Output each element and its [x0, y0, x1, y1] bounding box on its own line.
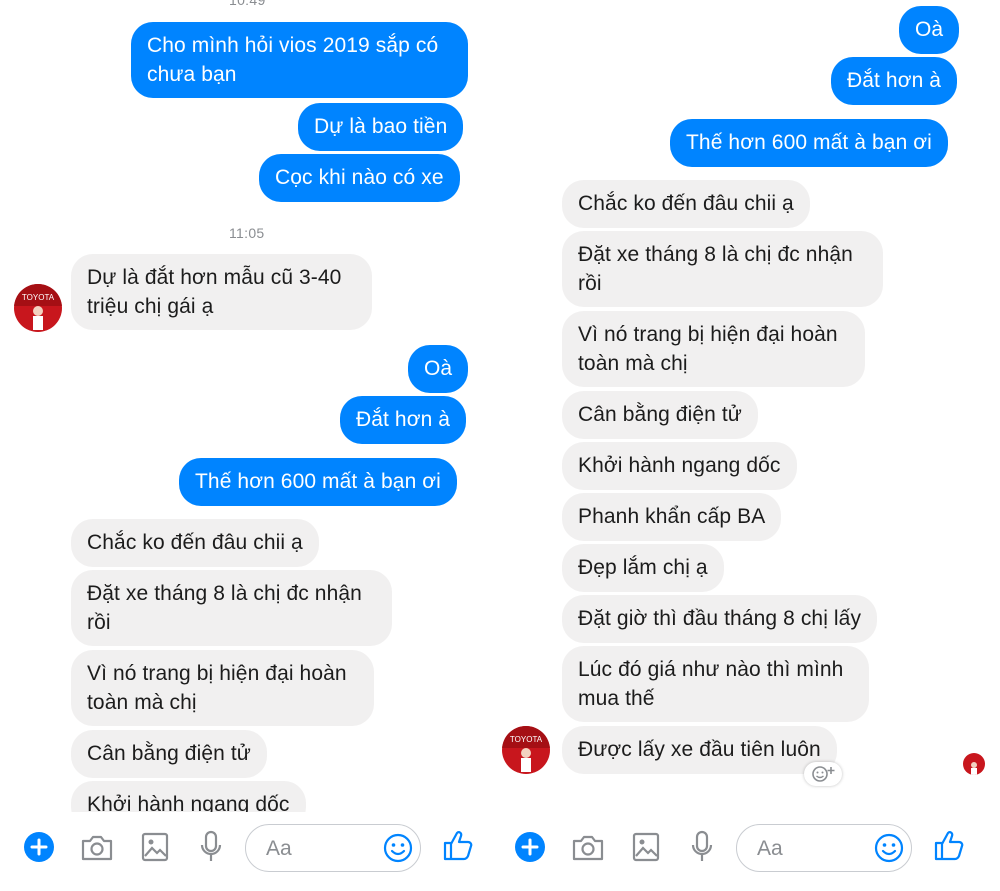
message-line: Vì nó trang bị hiện đại hoàn: [87, 662, 347, 685]
thumbs-up-icon[interactable]: [443, 829, 473, 866]
incoming-message[interactable]: Đặt xe tháng 8 là chị đc nhận rồi: [71, 570, 392, 646]
outgoing-message[interactable]: Thế hơn 600 mất à bạn ơi: [670, 119, 948, 167]
gallery-icon[interactable]: [141, 832, 169, 867]
microphone-icon[interactable]: [691, 830, 713, 869]
incoming-message[interactable]: Khởi hành ngang dốc: [562, 442, 797, 490]
incoming-message[interactable]: Được lấy xe đầu tiên luôn: [562, 726, 837, 774]
message-line: triệu chị gái ạ: [87, 295, 214, 318]
add-reaction-button[interactable]: [804, 762, 842, 786]
outgoing-message[interactable]: Dự là bao tiền: [298, 103, 464, 151]
chat-panel-right: Oà Đắt hơn à Thế hơn 600 mất à bạn ơi Ch…: [496, 0, 1000, 891]
microphone-icon[interactable]: [200, 830, 222, 869]
thumbs-up-icon[interactable]: [934, 829, 964, 866]
outgoing-message[interactable]: Oà: [408, 345, 469, 393]
outgoing-message[interactable]: Cọc khi nào có xe: [259, 154, 460, 202]
message-line: Cho mình hỏi vios 2019 sắp có: [147, 34, 439, 57]
chat-panel-left: 10:49 Cho mình hỏi vios 2019 sắp có chưa…: [0, 0, 490, 891]
incoming-message[interactable]: Đặt xe tháng 8 là chị đc nhận rồi: [562, 231, 883, 307]
message-line: rồi: [578, 272, 602, 295]
incoming-message[interactable]: Đặt giờ thì đầu tháng 8 chị lấy: [562, 595, 878, 643]
incoming-message[interactable]: Cân bằng điện tử: [562, 391, 758, 439]
incoming-message[interactable]: Cân bằng điện tử: [71, 730, 267, 778]
seen-avatar: [963, 753, 985, 775]
message-input[interactable]: Aa: [736, 824, 912, 872]
plus-icon[interactable]: [515, 832, 545, 867]
timestamp: 11:05: [229, 225, 265, 241]
incoming-message[interactable]: Lúc đó giá như nào thì mình mua thế: [562, 646, 869, 722]
message-composer: Aa: [496, 812, 1000, 891]
incoming-message[interactable]: Dự là đắt hơn mẫu cũ 3-40 triệu chị gái …: [71, 254, 372, 330]
incoming-message[interactable]: Đẹp lắm chị ạ: [562, 544, 724, 592]
message-line: Đặt xe tháng 8 là chị đc nhận: [87, 582, 362, 605]
message-line: rồi: [87, 611, 111, 634]
contact-avatar[interactable]: TOYOTA: [14, 284, 62, 332]
outgoing-message[interactable]: Thế hơn 600 mất à bạn ơi: [179, 458, 457, 506]
message-line: chưa bạn: [147, 63, 237, 86]
camera-icon[interactable]: [571, 834, 605, 867]
plus-icon[interactable]: [24, 832, 54, 867]
message-input[interactable]: Aa: [245, 824, 421, 872]
input-placeholder: Aa: [266, 837, 292, 860]
message-line: Vì nó trang bị hiện đại hoàn: [578, 323, 838, 346]
gallery-icon[interactable]: [632, 832, 660, 867]
message-line: Đặt xe tháng 8 là chị đc nhận: [578, 243, 853, 266]
contact-avatar[interactable]: TOYOTA: [502, 726, 550, 774]
incoming-message[interactable]: Phanh khẩn cấp BA: [562, 493, 782, 541]
message-composer: Aa: [0, 812, 490, 891]
emoji-icon[interactable]: [383, 833, 413, 868]
outgoing-message[interactable]: Cho mình hỏi vios 2019 sắp có chưa bạn: [131, 22, 468, 98]
incoming-message[interactable]: Vì nó trang bị hiện đại hoàn toàn mà chị: [71, 650, 374, 726]
avatar-brand-text: TOYOTA: [510, 735, 543, 744]
add-reaction-icon: [812, 766, 835, 782]
message-line: mua thế: [578, 687, 655, 710]
message-line: Lúc đó giá như nào thì mình: [578, 658, 844, 681]
incoming-message[interactable]: Chắc ko đến đâu chii ạ: [71, 519, 319, 567]
timestamp: 10:49: [229, 0, 266, 8]
message-line: Dự là đắt hơn mẫu cũ 3-40: [87, 266, 342, 289]
emoji-icon[interactable]: [874, 833, 904, 868]
avatar-brand-text: TOYOTA: [22, 293, 55, 302]
outgoing-message[interactable]: Đắt hơn à: [831, 57, 958, 105]
camera-icon[interactable]: [80, 834, 114, 867]
incoming-message[interactable]: Vì nó trang bị hiện đại hoàn toàn mà chị: [562, 311, 865, 387]
incoming-message[interactable]: Chắc ko đến đâu chii ạ: [562, 180, 810, 228]
message-line: toàn mà chị: [87, 691, 197, 714]
message-line: toàn mà chị: [578, 352, 688, 375]
outgoing-message[interactable]: Oà: [899, 6, 960, 54]
outgoing-message[interactable]: Đắt hơn à: [340, 396, 467, 444]
input-placeholder: Aa: [757, 837, 783, 860]
